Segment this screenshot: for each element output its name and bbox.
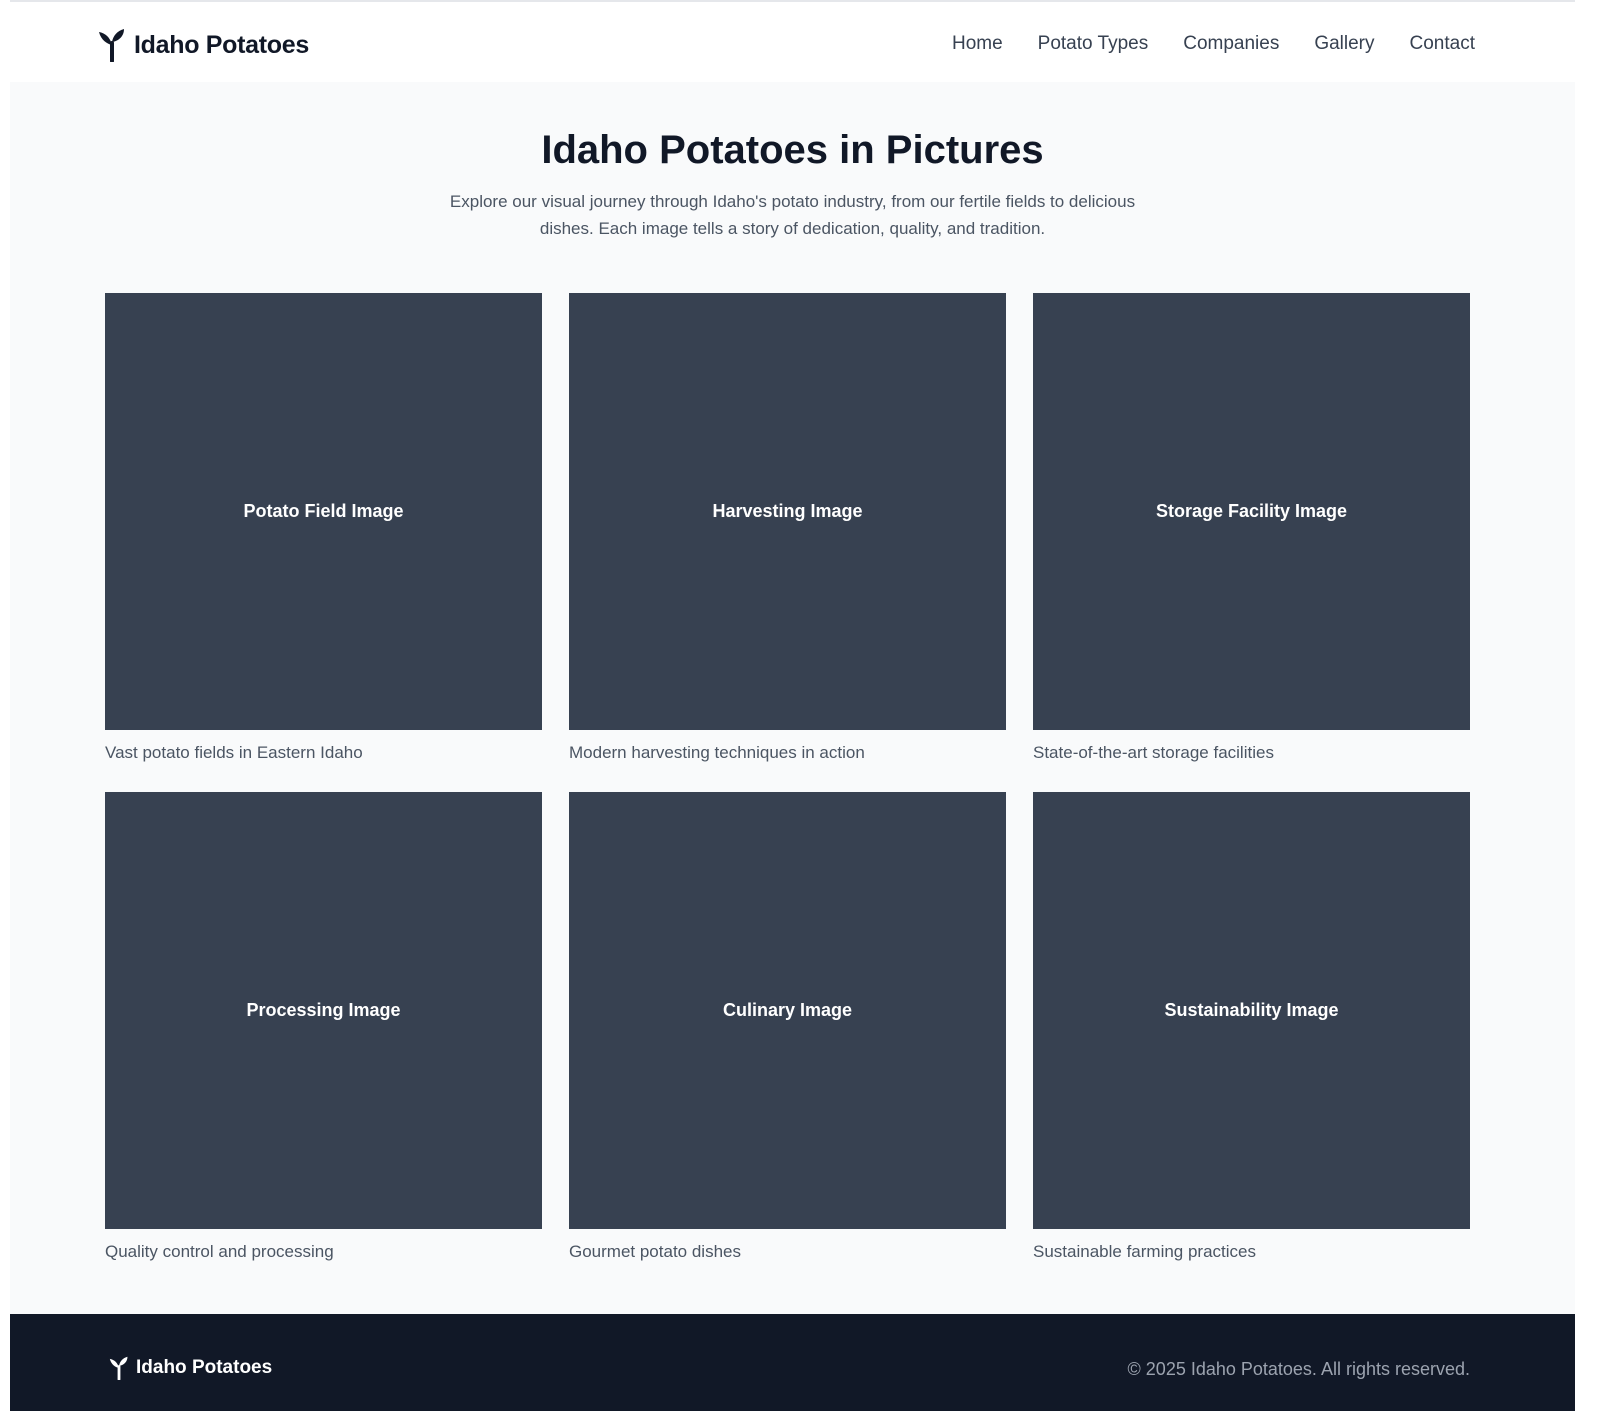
image-caption: State-of-the-art storage facilities: [1033, 743, 1274, 762]
footer-brand-link[interactable]: Idaho Potatoes: [109, 1356, 272, 1380]
image-label: Potato Field Image: [243, 501, 404, 521]
nav-potato-types[interactable]: Potato Types: [1038, 33, 1149, 55]
gallery-image[interactable]: Processing Image: [105, 792, 542, 1229]
page: Idaho Potatoes Home Potato Types Compani…: [10, 0, 1575, 1411]
image-caption: Quality control and processing: [105, 1242, 334, 1261]
gallery-card: Sustainability Image Sustainable farming…: [1033, 792, 1470, 1262]
gallery-image[interactable]: Sustainability Image: [1033, 792, 1470, 1229]
gallery-image[interactable]: Potato Field Image: [105, 293, 542, 730]
image-caption: Modern harvesting techniques in action: [569, 743, 865, 762]
gallery-card: Processing Image Quality control and pro…: [105, 792, 542, 1262]
nav-companies[interactable]: Companies: [1183, 33, 1279, 55]
main-nav: Home Potato Types Companies Gallery Cont…: [952, 33, 1475, 55]
site-header: Idaho Potatoes Home Potato Types Compani…: [10, 0, 1575, 82]
image-label: Processing Image: [246, 1000, 401, 1020]
image-caption: Sustainable farming practices: [1033, 1242, 1257, 1261]
image-label: Culinary Image: [722, 1000, 853, 1020]
brand-name: Idaho Potatoes: [134, 30, 309, 59]
image-label: Harvesting Image: [712, 501, 863, 521]
image-caption: Gourmet potato dishes: [569, 1242, 741, 1261]
gallery-image[interactable]: Culinary Image: [569, 792, 1006, 1229]
page-title: Idaho Potatoes in Pictures: [541, 128, 1044, 172]
brand-logo-link[interactable]: Idaho Potatoes: [98, 28, 309, 62]
sprout-icon: [99, 29, 124, 62]
intro-text: Explore our visual journey through Idaho…: [449, 192, 1136, 238]
image-label: Sustainability Image: [1164, 1000, 1339, 1020]
gallery-card: Storage Facility Image State-of-the-art …: [1033, 293, 1470, 763]
footer-brand-name: Idaho Potatoes: [136, 1357, 273, 1378]
gallery-card: Potato Field Image Vast potato fields in…: [105, 293, 542, 763]
gallery-card: Culinary Image Gourmet potato dishes: [569, 792, 1006, 1262]
nav-contact[interactable]: Contact: [1410, 33, 1475, 55]
nav-gallery[interactable]: Gallery: [1314, 33, 1374, 55]
copyright-text: © 2025 Idaho Potatoes. All rights reserv…: [1127, 1359, 1470, 1379]
gallery-image[interactable]: Storage Facility Image: [1033, 293, 1470, 730]
gallery-card: Harvesting Image Modern harvesting techn…: [569, 293, 1006, 763]
site-footer: Idaho Potatoes © 2025 Idaho Potatoes. Al…: [10, 1314, 1575, 1411]
sprout-icon: [109, 1356, 128, 1380]
image-label: Storage Facility Image: [1155, 501, 1348, 521]
image-caption: Vast potato fields in Eastern Idaho: [105, 743, 363, 762]
gallery-image[interactable]: Harvesting Image: [569, 293, 1006, 730]
gallery-section: Idaho Potatoes in Pictures Explore our v…: [10, 82, 1575, 1314]
nav-home[interactable]: Home: [952, 33, 1003, 55]
